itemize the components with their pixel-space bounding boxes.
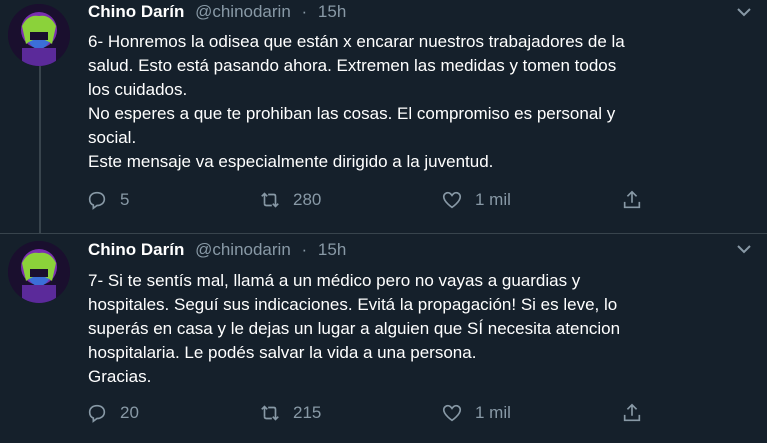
like-count: 1 mil xyxy=(475,403,511,422)
heart-icon xyxy=(442,404,462,422)
share-icon xyxy=(623,403,641,422)
share-button[interactable] xyxy=(621,400,655,426)
tweet[interactable]: Chino Darín @chinodarin · 15h 7- Si te s… xyxy=(0,0,767,443)
tweet-header: Chino Darín @chinodarin · 15h xyxy=(88,240,346,260)
tweet-actions: 20 215 1 mil xyxy=(0,400,767,426)
reply-icon xyxy=(88,404,106,423)
retweet-button[interactable]: 215 xyxy=(259,400,321,426)
avatar[interactable] xyxy=(8,241,70,303)
display-name[interactable]: Chino Darín xyxy=(88,240,184,259)
retweet-count: 215 xyxy=(293,403,322,422)
reply-button[interactable]: 20 xyxy=(86,400,139,426)
handle[interactable]: @chinodarin xyxy=(195,240,291,259)
like-button[interactable]: 1 mil xyxy=(441,400,511,426)
reply-count: 20 xyxy=(120,403,139,422)
tweet-text: 7- Si te sentís mal, llamá a un médico p… xyxy=(88,271,621,386)
retweet-icon xyxy=(261,405,279,421)
chevron-down-icon[interactable] xyxy=(736,241,752,257)
timestamp[interactable]: 15h xyxy=(318,240,346,259)
time-separator: · xyxy=(301,240,308,259)
